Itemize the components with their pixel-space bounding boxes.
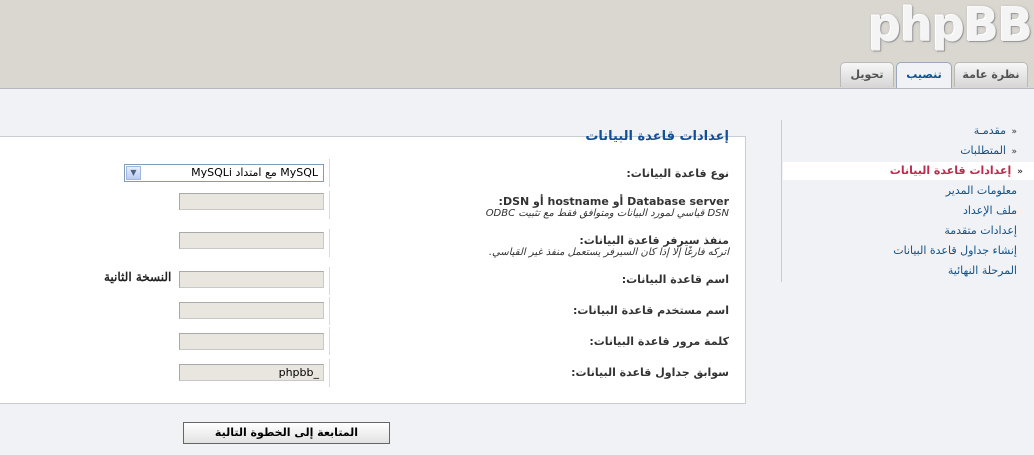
sidebar-item-label: المتطلبات	[960, 144, 1006, 157]
sidebar-item-config-file[interactable]: ملف الإعداد	[787, 202, 1017, 220]
divider	[329, 159, 330, 187]
tab-install[interactable]: تنصيب	[896, 62, 952, 88]
dbpasswd-label: كلمة مرور قاعدة البيانات:	[589, 335, 729, 348]
sidebar-menu: « مقدمـة « المتطلبات « إعدادات قاعدة الب…	[781, 120, 1034, 282]
sidebar-item-admin[interactable]: معلومات المدير	[787, 182, 1017, 200]
dbname-input[interactable]	[179, 271, 324, 288]
chevron-icon: «	[1011, 127, 1017, 137]
sidebar-item-advanced[interactable]: إعدادات متقدمة	[787, 222, 1017, 240]
sidebar-item-requirements[interactable]: « المتطلبات	[787, 142, 1017, 160]
annotation-text: النسخة الثانية	[104, 270, 172, 284]
dbname-label: اسم قاعدة البيانات:	[621, 273, 729, 286]
dbpasswd-input[interactable]	[179, 333, 324, 350]
tab-convert[interactable]: تحويل	[840, 62, 894, 87]
sidebar-item-label: إعدادات قاعدة البيانات	[889, 164, 1012, 177]
dbtype-select[interactable]: MySQL مع امتداد MySQLi ▼	[124, 164, 324, 182]
dbtype-value: MySQL مع امتداد MySQLi	[191, 166, 318, 179]
table-prefix-label: سوابق جداول قاعدة البيانات:	[571, 366, 729, 379]
divider	[329, 191, 330, 219]
table-prefix-input[interactable]: phpbb_	[179, 364, 324, 381]
tab-overview[interactable]: نظرة عامة	[954, 62, 1028, 87]
phpbb-logo: phpBB	[868, 0, 1033, 52]
divider	[329, 359, 330, 387]
header: phpBB نظرة عامة تنصيب تحويل	[0, 0, 1034, 88]
dbport-label: منفذ سيرفر قاعدة البيانات:	[579, 234, 729, 247]
chevron-icon: «	[1011, 147, 1017, 157]
dbhost-explain: DSN قياسي لمورد البيانات ومتوافق فقط مع …	[485, 208, 729, 219]
dbport-explain: اتركه فارغًا إلا إذا كان السيرفر يستعمل …	[488, 247, 729, 258]
page-title: إعدادات قاعدة البيانات	[585, 129, 729, 144]
divider	[329, 267, 330, 295]
chevron-icon: «	[1017, 167, 1023, 177]
dbhost-input[interactable]	[179, 193, 324, 210]
dbport-input[interactable]	[179, 232, 324, 249]
dbuser-input[interactable]	[179, 302, 324, 319]
submit-button[interactable]: المتابعة إلى الخطوة التالية	[183, 422, 390, 444]
dbhost-label: Database server أو hostname أو DSN:	[498, 195, 729, 208]
divider	[329, 327, 330, 355]
divider	[329, 297, 330, 325]
dbtype-label: نوع قاعدة البيانات:	[626, 167, 729, 180]
sidebar-item-final[interactable]: المرحلة النهائية	[787, 262, 1017, 280]
divider	[329, 229, 330, 257]
sidebar-item-create-tables[interactable]: إنشاء جداول قاعدة البيانات	[787, 242, 1017, 260]
chevron-down-icon[interactable]: ▼	[126, 166, 141, 180]
sidebar-item-intro[interactable]: « مقدمـة	[787, 122, 1017, 140]
sidebar-item-database[interactable]: « إعدادات قاعدة البيانات	[783, 162, 1034, 180]
sidebar-item-label: مقدمـة	[973, 124, 1006, 137]
dbuser-label: اسم مستخدم قاعدة البيانات:	[573, 304, 729, 317]
